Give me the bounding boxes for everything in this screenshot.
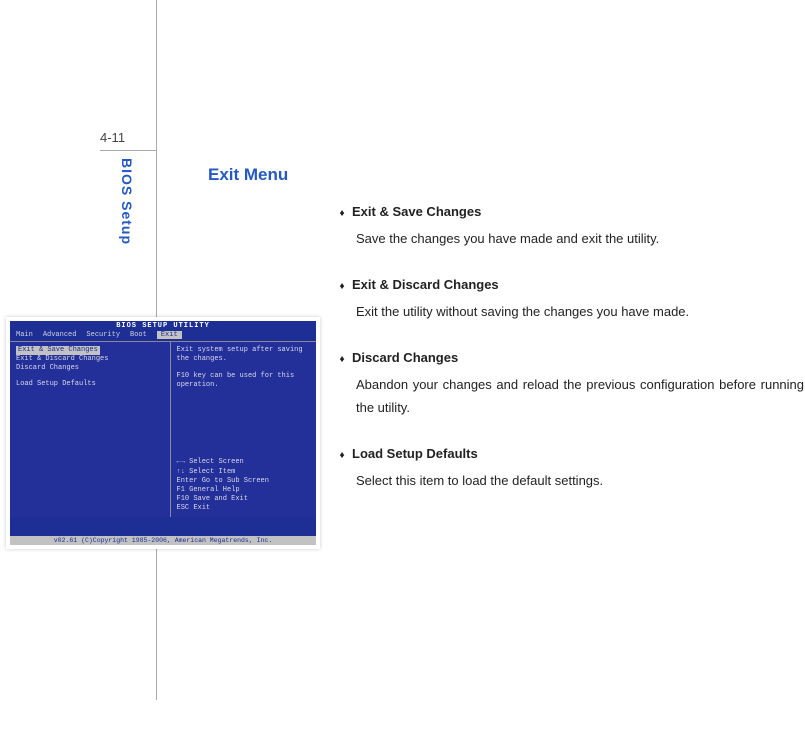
bios-menu-item: Exit & Discard Changes: [16, 355, 164, 364]
bios-help-text: Exit system setup after saving the chang…: [177, 346, 310, 390]
item-description: Select this item to load the default set…: [356, 469, 804, 492]
bullet-icon: ♦: [332, 273, 352, 296]
bios-tab: Boot: [130, 331, 147, 339]
bios-menu-item: Load Setup Defaults: [16, 380, 164, 389]
exit-menu-item-list: ♦Exit & Save ChangesSave the changes you…: [332, 200, 804, 515]
item-description: Abandon your changes and reload the prev…: [356, 373, 804, 420]
document-page: 4-11 BIOS Setup Exit Menu ♦Exit & Save C…: [0, 0, 805, 738]
bullet-icon: ♦: [332, 200, 352, 223]
list-item: ♦Load Setup Defaults: [332, 442, 804, 465]
bios-tab-bar: Main Advanced Security Boot Exit: [10, 331, 316, 341]
bios-key-hint: F10 Save and Exit: [177, 495, 310, 504]
bios-key-hint: ESC Exit: [177, 504, 310, 513]
bios-screen: BIOS SETUP UTILITY Main Advanced Security B…: [10, 321, 316, 545]
page-number: 4-11: [100, 130, 125, 145]
bios-menu-pane: Exit & Save ChangesExit & Discard Change…: [10, 342, 171, 517]
item-description: Exit the utility without saving the chan…: [356, 300, 804, 323]
list-item: ♦Discard Changes: [332, 346, 804, 369]
bios-key-hint: Enter Go to Sub Screen: [177, 477, 310, 486]
item-heading: Exit & Save Changes: [352, 200, 481, 223]
bios-key-hint: F1 General Help: [177, 486, 310, 495]
bios-body: Exit & Save ChangesExit & Discard Change…: [10, 341, 316, 517]
list-item: ♦Exit & Save Changes: [332, 200, 804, 223]
page-title: Exit Menu: [208, 165, 288, 185]
margin-divider-horizontal: [100, 150, 156, 151]
bios-key-legend: ←→ Select Screen↑↓ Select ItemEnter Go t…: [177, 458, 310, 513]
bullet-icon: ♦: [332, 442, 352, 465]
item-heading: Load Setup Defaults: [352, 442, 478, 465]
bios-tab: Main: [16, 331, 33, 339]
list-item: ♦Exit & Discard Changes: [332, 273, 804, 296]
item-heading: Discard Changes: [352, 346, 458, 369]
item-description: Save the changes you have made and exit …: [356, 227, 804, 250]
bios-key-hint: ↑↓ Select Item: [177, 468, 310, 477]
bios-screenshot: BIOS SETUP UTILITY Main Advanced Security B…: [6, 317, 320, 549]
bios-footer: v02.61 (C)Copyright 1985-2006, American …: [10, 536, 316, 545]
bios-help-pane: Exit system setup after saving the chang…: [171, 342, 316, 517]
bios-menu-item: Exit & Save Changes: [16, 346, 164, 355]
bullet-icon: ♦: [332, 346, 352, 369]
bios-tab: Exit: [157, 331, 182, 339]
bios-tab: Security: [86, 331, 120, 339]
item-heading: Exit & Discard Changes: [352, 273, 499, 296]
section-side-label: BIOS Setup: [119, 158, 135, 245]
bios-title-bar: BIOS SETUP UTILITY: [10, 321, 316, 331]
bios-tab: Advanced: [43, 331, 77, 339]
bios-menu-item: Discard Changes: [16, 364, 164, 373]
bios-key-hint: ←→ Select Screen: [177, 458, 310, 467]
